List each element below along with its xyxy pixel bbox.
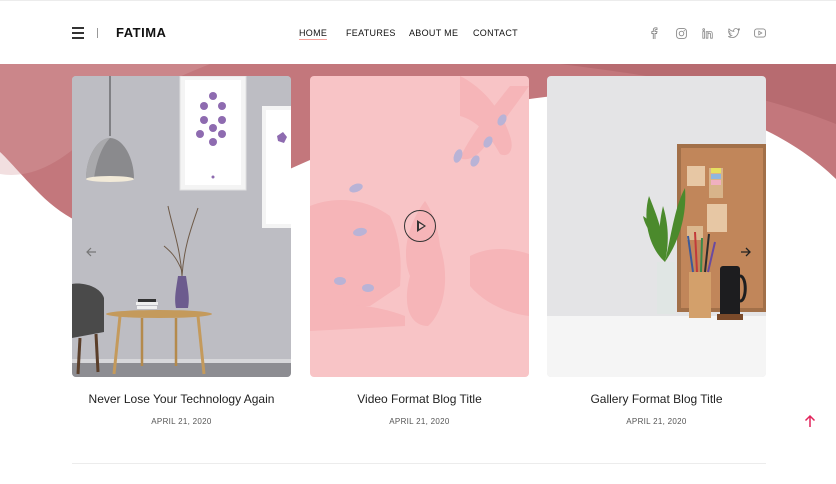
post-title[interactable]: Gallery Format Blog Title [547,392,766,406]
post-date: APRIL 21, 2020 [389,417,450,426]
nav-contact[interactable]: CONTACT [473,28,518,38]
post-date: APRIL 21, 2020 [151,417,212,426]
post-image-desk [547,76,766,377]
slider-prev-arrow[interactable] [84,245,98,259]
section-divider [72,463,766,464]
twitter-icon[interactable] [728,27,740,39]
instagram-icon[interactable] [675,27,687,39]
linkedin-icon[interactable] [701,27,713,39]
nav-features[interactable]: FEATURES [346,28,396,38]
slider-next-arrow[interactable] [739,245,753,259]
post-card-image[interactable] [72,76,291,377]
video-play-button[interactable] [404,210,436,242]
post-card-gallery[interactable] [547,76,766,377]
post-title[interactable]: Video Format Blog Title [310,392,529,406]
youtube-icon[interactable] [754,27,766,39]
menu-icon[interactable] [72,27,84,39]
post-title[interactable]: Never Lose Your Technology Again [72,392,291,406]
back-to-top-arrow-icon[interactable] [804,414,816,430]
nav-about-me[interactable]: ABOUT ME [409,28,458,38]
header-divider [97,28,98,38]
site-header: FATIMA HOME FEATURES ABOUT ME CONTACT [0,0,836,64]
site-logo[interactable]: FATIMA [116,25,166,40]
facebook-icon[interactable] [648,27,660,39]
post-image-room [72,76,291,377]
nav-home[interactable]: HOME [299,28,328,40]
post-date: APRIL 21, 2020 [626,417,687,426]
